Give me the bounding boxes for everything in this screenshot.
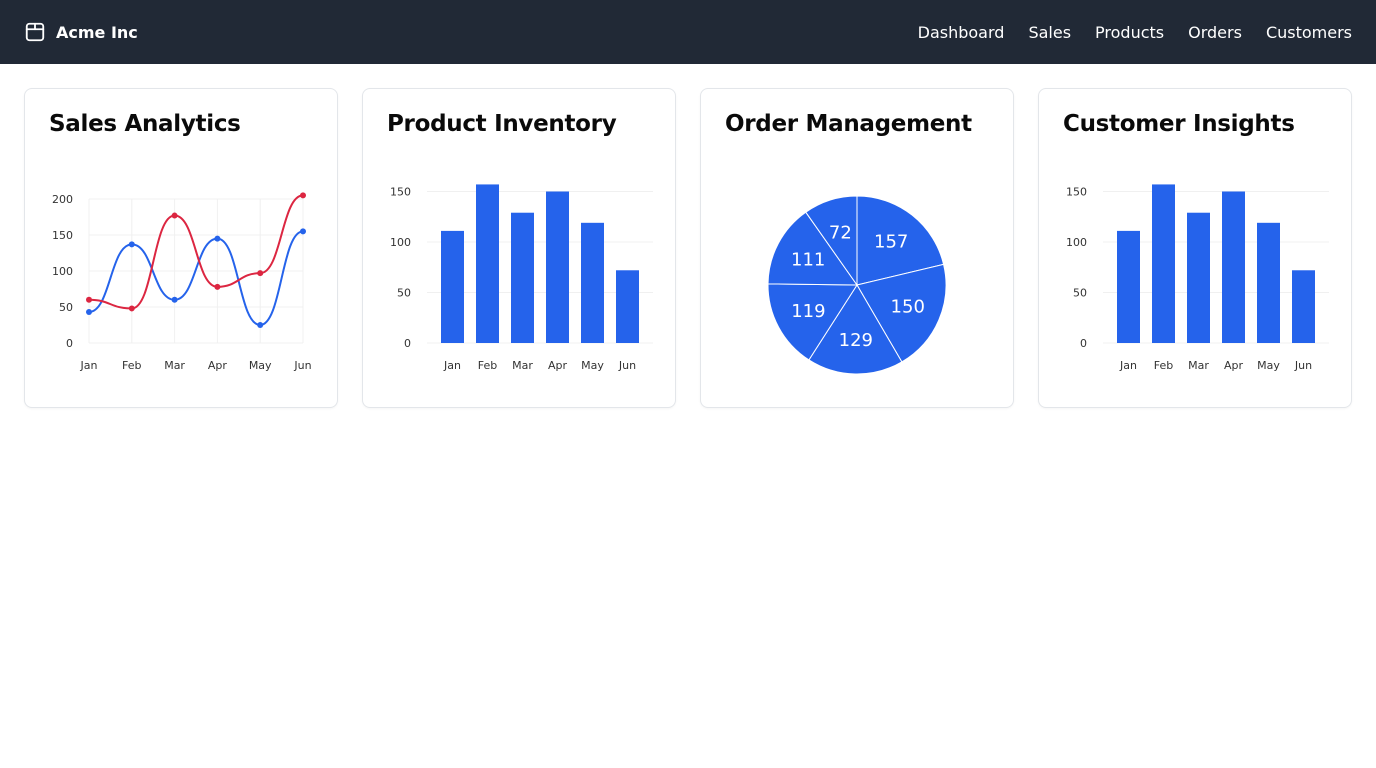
y-tick-label: 200 (52, 193, 73, 206)
nav-orders[interactable]: Orders (1188, 23, 1242, 42)
x-tick-label: Feb (122, 359, 141, 372)
nav-sales[interactable]: Sales (1028, 23, 1071, 42)
order-management-card: Order Management 157 150 129 119 111 72 (700, 88, 1014, 408)
data-point (171, 212, 178, 219)
x-tick-label: Jan (1119, 359, 1137, 372)
bar (1187, 212, 1210, 343)
bar (1222, 191, 1245, 343)
x-tick-label: Feb (1154, 359, 1173, 372)
main-nav: Dashboard Sales Products Orders Customer… (918, 23, 1352, 42)
x-tick-label: Feb (478, 359, 497, 372)
data-point (128, 305, 135, 312)
series-line-0 (88, 230, 304, 327)
y-tick-label: 150 (390, 186, 411, 199)
inventory-bar-chart: 0 50 100 150 Jan Feb Mar Apr May Jun (390, 184, 653, 372)
data-point (86, 296, 92, 303)
bar (441, 230, 464, 343)
x-tick-label: May (581, 359, 604, 372)
brand-link[interactable]: Acme Inc (24, 21, 138, 43)
x-tick-label: Mar (512, 359, 533, 372)
dashboard-cards: Sales Analytics 0 50 100 150 200 Jan Feb Mar Apr… (24, 88, 1352, 408)
y-tick-label: 100 (52, 265, 73, 278)
pie-slice-label: 157 (874, 232, 908, 253)
bar (546, 191, 569, 343)
x-tick-label: Mar (164, 359, 185, 372)
x-tick-label: Jun (618, 359, 636, 372)
x-tick-label: Apr (548, 359, 568, 372)
y-tick-label: 150 (52, 229, 73, 242)
bar (1292, 270, 1315, 343)
data-point (300, 228, 306, 235)
sales-line-chart: 0 50 100 150 200 Jan Feb Mar Apr May Jun (52, 192, 312, 372)
bar (476, 184, 499, 343)
product-inventory-card: Product Inventory 0 50 100 150 Jan Feb Mar Apr M… (362, 88, 676, 408)
x-tick-label: Jun (1294, 359, 1312, 372)
y-tick-label: 0 (66, 337, 73, 350)
bar (1257, 222, 1280, 343)
bar (1117, 230, 1140, 343)
bar (581, 222, 604, 343)
bar (511, 212, 534, 343)
sales-analytics-card: Sales Analytics 0 50 100 150 200 Jan Feb Mar Apr… (24, 88, 338, 408)
y-tick-label: 0 (1080, 337, 1087, 350)
y-tick-label: 150 (1066, 186, 1087, 199)
x-tick-label: Mar (1188, 359, 1209, 372)
customers-bar-chart: 0 50 100 150 Jan Feb Mar Apr May Jun (1066, 184, 1329, 372)
data-point (257, 270, 264, 277)
customer-insights-card: Customer Insights 0 50 100 150 Jan Feb Mar Apr M… (1038, 88, 1352, 408)
x-tick-label: Jun (293, 359, 311, 372)
bar (1152, 184, 1175, 343)
pie-slice-label: 119 (791, 301, 825, 322)
y-tick-label: 50 (397, 287, 411, 300)
y-tick-label: 50 (59, 301, 73, 314)
nav-dashboard[interactable]: Dashboard (918, 23, 1005, 42)
data-point (257, 322, 264, 328)
top-navbar: Acme Inc Dashboard Sales Products Orders… (0, 0, 1376, 64)
pie-slice-label: 150 (891, 297, 925, 318)
brand-name: Acme Inc (56, 22, 138, 42)
data-point (171, 296, 178, 303)
pie-slice-label: 129 (839, 330, 873, 351)
package-icon (24, 21, 46, 43)
x-tick-label: Apr (1224, 359, 1244, 372)
y-tick-label: 0 (404, 337, 411, 350)
pie-slice-label: 72 (829, 222, 852, 243)
nav-customers[interactable]: Customers (1266, 23, 1352, 42)
y-tick-label: 100 (1066, 236, 1087, 249)
x-tick-label: May (1257, 359, 1280, 372)
x-tick-label: Jan (80, 359, 98, 372)
pie-slice-label: 111 (791, 249, 825, 270)
x-tick-label: Jan (443, 359, 461, 372)
data-point (128, 241, 135, 248)
data-point (214, 283, 221, 290)
data-point (300, 192, 306, 199)
y-tick-label: 50 (1073, 287, 1087, 300)
y-tick-label: 100 (390, 236, 411, 249)
bar (616, 270, 639, 343)
data-point (86, 309, 92, 316)
nav-products[interactable]: Products (1095, 23, 1164, 42)
x-tick-label: May (249, 359, 272, 372)
orders-pie-chart: 157 150 129 119 11172 (767, 195, 947, 375)
data-point (214, 235, 221, 242)
x-tick-label: Apr (208, 359, 228, 372)
